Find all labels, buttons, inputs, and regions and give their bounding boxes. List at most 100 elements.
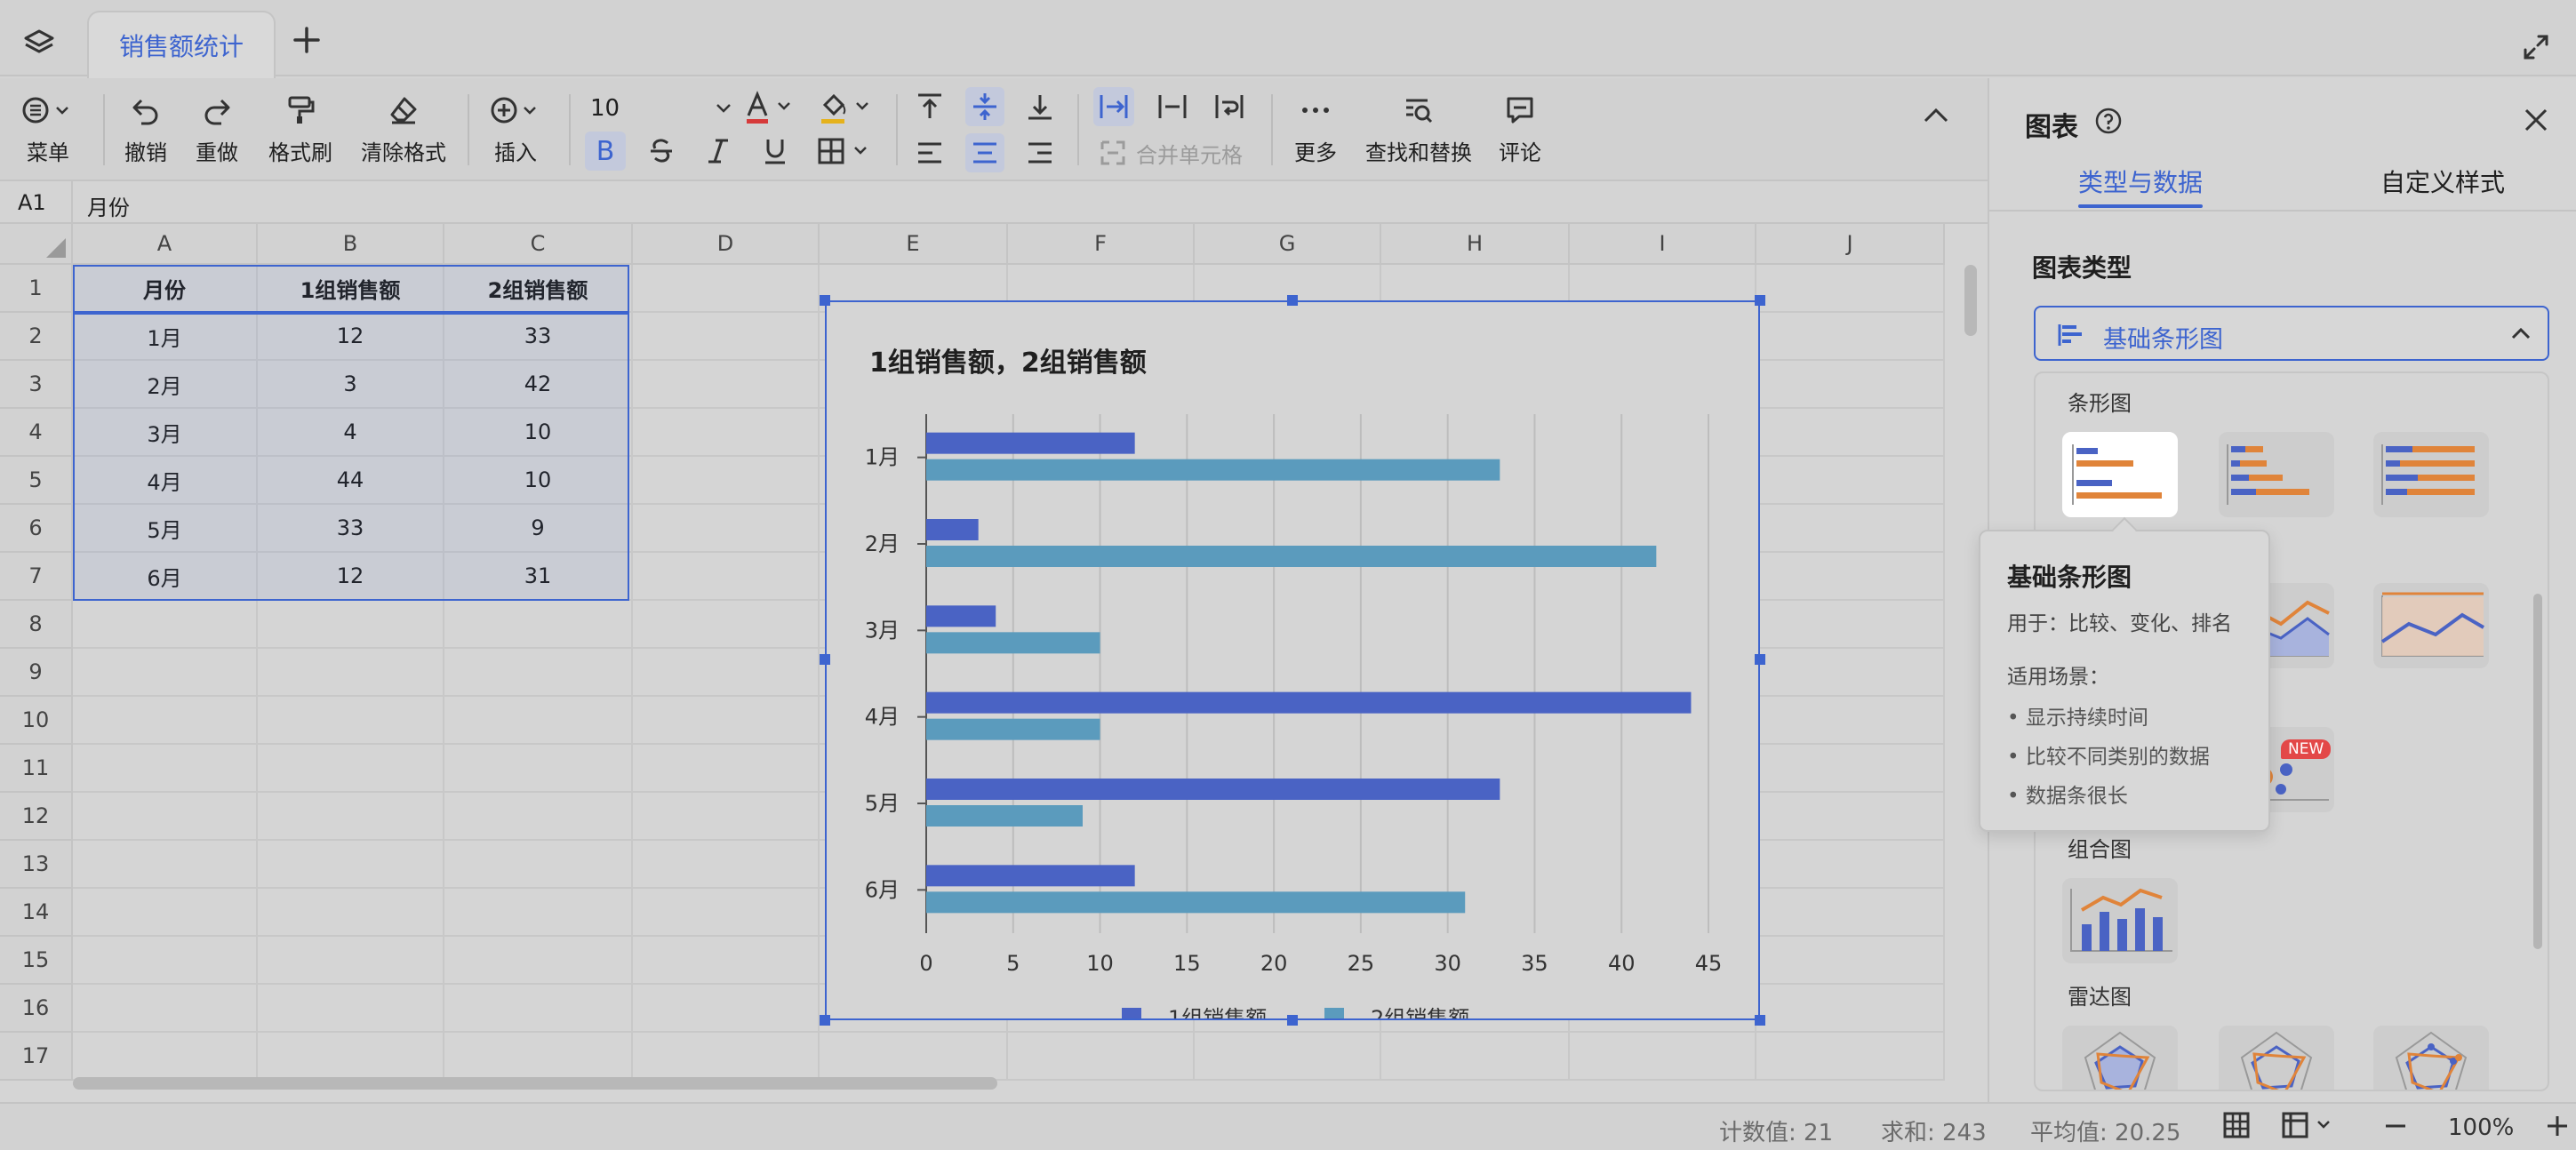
table-cell[interactable] bbox=[73, 745, 258, 793]
table-cell[interactable] bbox=[258, 889, 444, 937]
table-cell[interactable] bbox=[1756, 505, 1945, 553]
table-cell[interactable] bbox=[73, 937, 258, 985]
table-cell[interactable] bbox=[1195, 1033, 1381, 1081]
table-cell[interactable] bbox=[633, 889, 820, 937]
table-cell[interactable] bbox=[633, 457, 820, 505]
row-header-12[interactable]: 12 bbox=[0, 793, 73, 841]
table-cell[interactable] bbox=[1756, 985, 1945, 1033]
table-cell[interactable] bbox=[633, 985, 820, 1033]
font-color-button[interactable] bbox=[743, 91, 796, 126]
tab-type-and-data[interactable]: 类型与数据 bbox=[2078, 164, 2203, 199]
column-header-F[interactable]: F bbox=[1008, 224, 1195, 265]
collapse-toolbar-icon[interactable] bbox=[1918, 98, 1954, 133]
document-tab[interactable]: 销售额统计 bbox=[87, 11, 276, 78]
table-cell[interactable]: 10 bbox=[444, 409, 633, 457]
column-header-G[interactable]: G bbox=[1195, 224, 1381, 265]
tab-custom-style[interactable]: 自定义样式 bbox=[2380, 164, 2505, 199]
table-cell[interactable]: 33 bbox=[258, 505, 444, 553]
table-cell[interactable] bbox=[1756, 937, 1945, 985]
align-top-button[interactable] bbox=[910, 87, 949, 126]
table-cell[interactable] bbox=[1008, 1033, 1195, 1081]
panel-scrollbar[interactable] bbox=[2533, 594, 2542, 949]
table-cell[interactable] bbox=[73, 985, 258, 1033]
table-cell[interactable] bbox=[633, 601, 820, 649]
table-cell[interactable]: 5月 bbox=[73, 505, 258, 553]
row-header-6[interactable]: 6 bbox=[0, 505, 73, 553]
table-cell[interactable] bbox=[73, 841, 258, 889]
table-cell[interactable] bbox=[633, 505, 820, 553]
row-header-9[interactable]: 9 bbox=[0, 649, 73, 697]
table-cell[interactable] bbox=[633, 745, 820, 793]
row-header-8[interactable]: 8 bbox=[0, 601, 73, 649]
table-cell[interactable] bbox=[633, 553, 820, 601]
row-header-3[interactable]: 3 bbox=[0, 361, 73, 409]
freeze-view-icon[interactable] bbox=[2281, 1111, 2338, 1146]
clear-format-button[interactable]: 清除格式 bbox=[361, 92, 446, 166]
format-painter-button[interactable]: 格式刷 bbox=[268, 92, 332, 166]
table-cell[interactable] bbox=[1756, 457, 1945, 505]
align-middle-button[interactable] bbox=[965, 87, 1004, 126]
table-cell[interactable] bbox=[633, 841, 820, 889]
table-cell[interactable]: 33 bbox=[444, 313, 633, 361]
table-cell[interactable] bbox=[258, 601, 444, 649]
underline-button[interactable] bbox=[757, 132, 793, 171]
thumb-radar-chart[interactable] bbox=[2062, 1026, 2178, 1090]
zoom-level[interactable]: 100% bbox=[2448, 1114, 2514, 1141]
row-header-17[interactable]: 17 bbox=[0, 1033, 73, 1081]
row-header-11[interactable]: 11 bbox=[0, 745, 73, 793]
table-cell[interactable] bbox=[73, 697, 258, 745]
cell-reference[interactable]: A1 bbox=[18, 190, 46, 215]
resize-handle-bottom-left[interactable] bbox=[820, 1015, 830, 1026]
table-cell[interactable] bbox=[444, 601, 633, 649]
select-all-corner[interactable] bbox=[0, 224, 73, 265]
table-cell[interactable] bbox=[258, 1033, 444, 1081]
italic-button[interactable] bbox=[700, 132, 736, 171]
column-header-D[interactable]: D bbox=[633, 224, 820, 265]
column-header-C[interactable]: C bbox=[444, 224, 633, 265]
help-icon[interactable] bbox=[2094, 107, 2123, 139]
column-header-B[interactable]: B bbox=[258, 224, 444, 265]
add-tab-icon[interactable] bbox=[293, 27, 320, 57]
table-cell[interactable] bbox=[258, 649, 444, 697]
header-cell[interactable]: 月份 bbox=[73, 265, 258, 313]
table-cell[interactable] bbox=[258, 745, 444, 793]
comment-button[interactable]: 评论 bbox=[1499, 92, 1541, 166]
text-overflow-button[interactable] bbox=[1093, 87, 1134, 126]
table-cell[interactable] bbox=[633, 313, 820, 361]
table-cell[interactable]: 44 bbox=[258, 457, 444, 505]
row-header-5[interactable]: 5 bbox=[0, 457, 73, 505]
table-cell[interactable]: 42 bbox=[444, 361, 633, 409]
find-replace-button[interactable]: 查找和替换 bbox=[1365, 92, 1472, 166]
table-cell[interactable] bbox=[1756, 1033, 1945, 1081]
grid-view-icon[interactable] bbox=[2222, 1111, 2251, 1146]
insert-button[interactable]: 插入 bbox=[489, 92, 542, 166]
redo-button[interactable]: 重做 bbox=[196, 92, 238, 166]
table-cell[interactable] bbox=[633, 1033, 820, 1081]
formula-input[interactable]: 月份 bbox=[87, 190, 130, 221]
font-size-select[interactable]: 10 bbox=[590, 91, 732, 126]
table-cell[interactable] bbox=[73, 1033, 258, 1081]
row-header-7[interactable]: 7 bbox=[0, 553, 73, 601]
row-header-2[interactable]: 2 bbox=[0, 313, 73, 361]
table-cell[interactable] bbox=[1381, 1033, 1570, 1081]
table-cell[interactable] bbox=[444, 937, 633, 985]
fill-color-button[interactable] bbox=[818, 91, 876, 126]
table-cell[interactable] bbox=[1756, 649, 1945, 697]
table-cell[interactable] bbox=[1756, 601, 1945, 649]
table-cell[interactable] bbox=[633, 265, 820, 313]
table-cell[interactable] bbox=[1756, 313, 1945, 361]
table-cell[interactable]: 12 bbox=[258, 313, 444, 361]
table-cell[interactable] bbox=[1756, 553, 1945, 601]
table-cell[interactable]: 9 bbox=[444, 505, 633, 553]
text-wrap-button[interactable] bbox=[1209, 87, 1250, 126]
column-header-A[interactable]: A bbox=[73, 224, 258, 265]
align-bottom-button[interactable] bbox=[1020, 87, 1060, 126]
table-cell[interactable] bbox=[444, 745, 633, 793]
table-cell[interactable] bbox=[258, 841, 444, 889]
thumb-clustered-bar[interactable] bbox=[2219, 432, 2334, 517]
table-cell[interactable] bbox=[258, 937, 444, 985]
table-cell[interactable] bbox=[1756, 409, 1945, 457]
thumb-line-area-chart[interactable] bbox=[2373, 583, 2489, 668]
strikethrough-button[interactable] bbox=[644, 132, 679, 171]
table-cell[interactable]: 3月 bbox=[73, 409, 258, 457]
